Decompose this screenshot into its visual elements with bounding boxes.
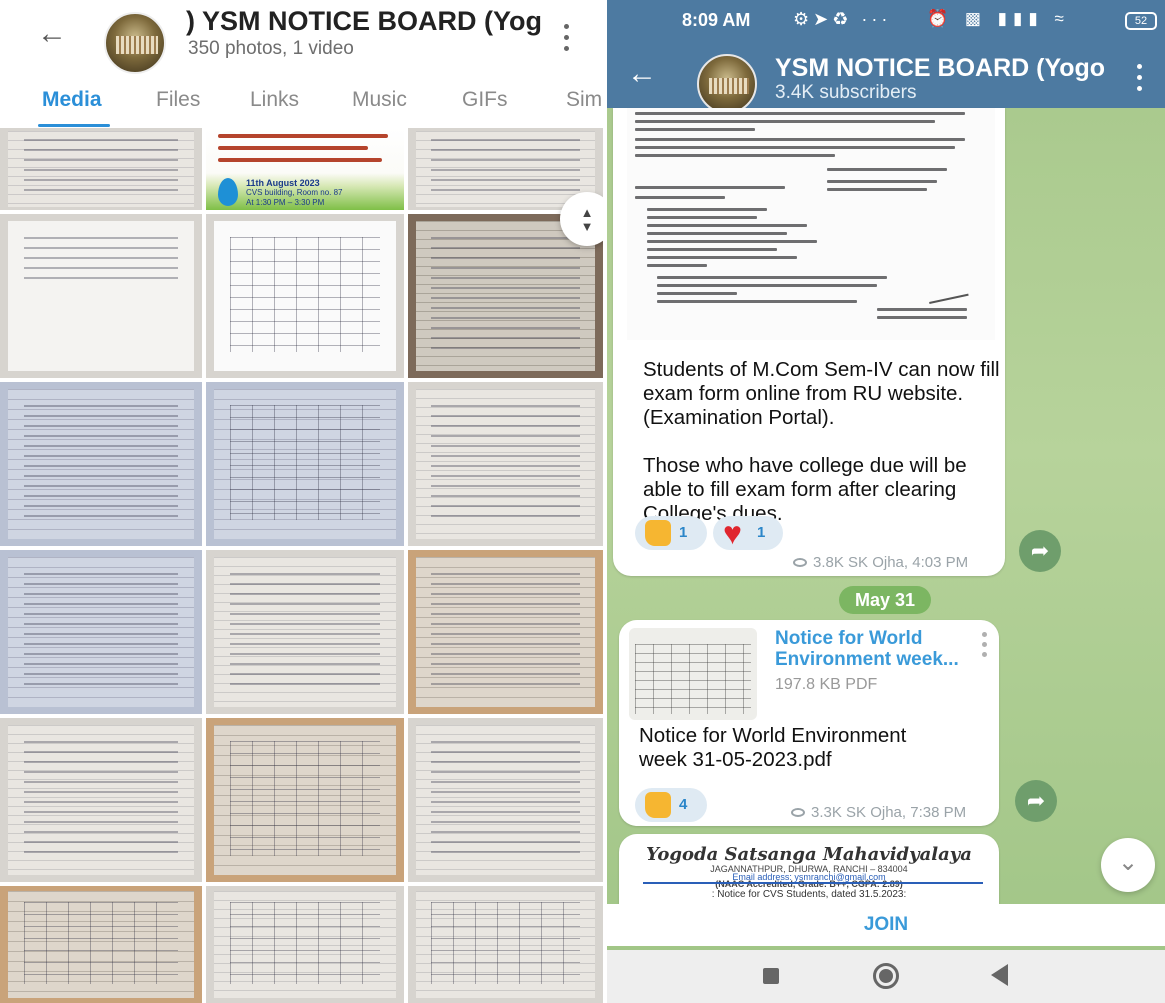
media-tabs: Media Files Links Music GIFs Simil [0, 82, 603, 128]
views-eye-icon [791, 808, 805, 817]
file-size: 197.8 KB PDF [775, 676, 878, 693]
media-thumbnail[interactable] [206, 718, 404, 882]
views-eye-icon [793, 558, 807, 567]
media-thumbnail[interactable] [0, 550, 202, 714]
more-options-icon[interactable] [556, 18, 578, 58]
message-bubble[interactable]: Yogoda Satsanga Mahavidyalaya JAGANNATHP… [619, 834, 999, 904]
thumbs-up-icon [645, 520, 671, 546]
scroll-down-icon[interactable]: ⌄ [1101, 838, 1155, 892]
channel-title[interactable]: YSM NOTICE BOARD (Yogo [775, 54, 1105, 83]
media-thumbnail[interactable] [0, 886, 202, 1003]
reaction-count: 4 [679, 796, 688, 813]
media-thumbnail[interactable] [408, 886, 603, 1003]
header-rule [643, 882, 983, 884]
join-button[interactable]: JOIN [607, 904, 1165, 946]
reaction-thumbs-up[interactable]: 1 [635, 516, 707, 550]
message-meta: 3.8K SK Ojha, 4:03 PM [793, 554, 968, 571]
tab-similar[interactable]: Simil [566, 88, 603, 112]
media-thumbnail[interactable] [408, 382, 603, 546]
notification-icons: ⚙➤♻ ··· [793, 9, 892, 29]
poster-date: 11th August 2023 [246, 178, 320, 188]
media-thumbnail[interactable] [206, 550, 404, 714]
more-options-icon[interactable] [1129, 58, 1149, 98]
poster-venue: CVS building, Room no. 87 [246, 188, 343, 197]
chat-header: ← YSM NOTICE BOARD (Yogo 3.4K subscriber… [607, 44, 1165, 114]
chevron-up-icon: ▲ [580, 205, 594, 220]
screenshot-root: ← ) YSM NOTICE BOARD (Yog 350 photos, 1 … [0, 0, 1165, 1003]
share-forward-icon[interactable]: ➦ [1015, 780, 1057, 822]
notice-heading: : Notice for CVS Students, dated 31.5.20… [711, 889, 907, 900]
home-icon[interactable] [873, 963, 899, 989]
back-arrow-icon[interactable]: ← [34, 16, 70, 52]
media-thumbnail[interactable] [0, 718, 202, 882]
thumbs-up-icon [645, 792, 671, 818]
media-thumbnail[interactable] [0, 382, 202, 546]
signal-wifi-icons: ⏰ ▩ ▮▮▮ ≈ [927, 9, 1070, 28]
reaction-heart[interactable]: 1 [713, 514, 783, 552]
college-accreditation: (NAAC Accredited, Grade: B++, CGPA: 2.89… [715, 879, 903, 889]
poster-time: At 1:30 PM – 3:30 PM [246, 198, 325, 207]
message-meta: 3.3K SK Ojha, 7:38 PM [791, 804, 966, 821]
college-name: Yogoda Satsanga Mahavidyalaya [646, 844, 972, 865]
tab-links[interactable]: Links [250, 88, 299, 112]
file-name[interactable]: Notice for World Environment week... [775, 628, 975, 670]
media-thumbnail[interactable] [0, 214, 202, 378]
channel-avatar[interactable] [697, 54, 757, 114]
channel-avatar[interactable] [104, 12, 166, 74]
media-thumbnail[interactable] [0, 128, 202, 210]
status-time: 8:09 AM [682, 10, 751, 30]
status-bar: 8:09 AM ⚙➤♻ ··· ⏰ ▩ ▮▮▮ ≈ 52 [607, 0, 1165, 44]
media-count: 350 photos, 1 video [188, 38, 354, 59]
tab-media[interactable]: Media [42, 88, 102, 112]
media-thumbnail[interactable] [206, 382, 404, 546]
media-header: ← ) YSM NOTICE BOARD (Yog 350 photos, 1 … [0, 0, 603, 82]
media-grid: 11th August 2023 CVS building, Room no. … [0, 128, 603, 1003]
reaction-count: 1 [757, 524, 766, 541]
chevron-down-icon: ▼ [580, 219, 594, 234]
tab-music[interactable]: Music [352, 88, 407, 112]
message-paragraph: Those who have college due will be able … [643, 454, 967, 525]
heart-icon [723, 514, 749, 552]
reaction-count: 1 [679, 524, 688, 541]
message-bubble[interactable]: Notice for World Environment week... 197… [619, 620, 999, 826]
back-arrow-icon[interactable]: ← [627, 56, 657, 92]
media-thumbnail[interactable] [206, 886, 404, 1003]
tab-files[interactable]: Files [156, 88, 200, 112]
reaction-thumbs-up[interactable]: 4 [635, 788, 707, 822]
nav-back-icon[interactable] [991, 964, 1008, 986]
views-author-time: 3.8K SK Ojha, 4:03 PM [813, 554, 969, 571]
recents-icon[interactable] [763, 968, 779, 984]
views-author-time: 3.3K SK Ojha, 7:38 PM [811, 804, 967, 821]
battery-icon: 52 [1125, 12, 1157, 30]
message-bubble[interactable]: Students of M.Com Sem-IV can now fill ex… [613, 108, 1005, 576]
shared-media-screen: ← ) YSM NOTICE BOARD (Yog 350 photos, 1 … [0, 0, 603, 1003]
file-options-icon[interactable] [975, 628, 995, 664]
join-bar: JOIN [607, 904, 1165, 946]
subscriber-count: 3.4K subscribers [775, 82, 917, 103]
media-thumbnail[interactable]: 11th August 2023 CVS building, Room no. … [206, 128, 404, 210]
notice-image[interactable] [627, 108, 995, 340]
share-forward-icon[interactable]: ➦ [1019, 530, 1061, 572]
file-caption: Notice for World Environment week 31-05-… [639, 724, 907, 771]
media-thumbnail[interactable] [408, 718, 603, 882]
media-thumbnail[interactable] [206, 214, 404, 378]
date-separator: May 31 [839, 586, 931, 614]
message-paragraph: Students of M.Com Sem-IV can now fill ex… [643, 358, 1000, 429]
active-tab-indicator [38, 124, 110, 127]
tab-gifs[interactable]: GIFs [462, 88, 508, 112]
pdf-thumbnail[interactable] [629, 628, 757, 720]
media-thumbnail[interactable] [408, 550, 603, 714]
system-nav-bar [607, 950, 1165, 1003]
channel-title: ) YSM NOTICE BOARD (Yog [186, 6, 541, 36]
channel-chat-screen: 8:09 AM ⚙➤♻ ··· ⏰ ▩ ▮▮▮ ≈ 52 ← YSM NOTIC… [607, 0, 1165, 1003]
